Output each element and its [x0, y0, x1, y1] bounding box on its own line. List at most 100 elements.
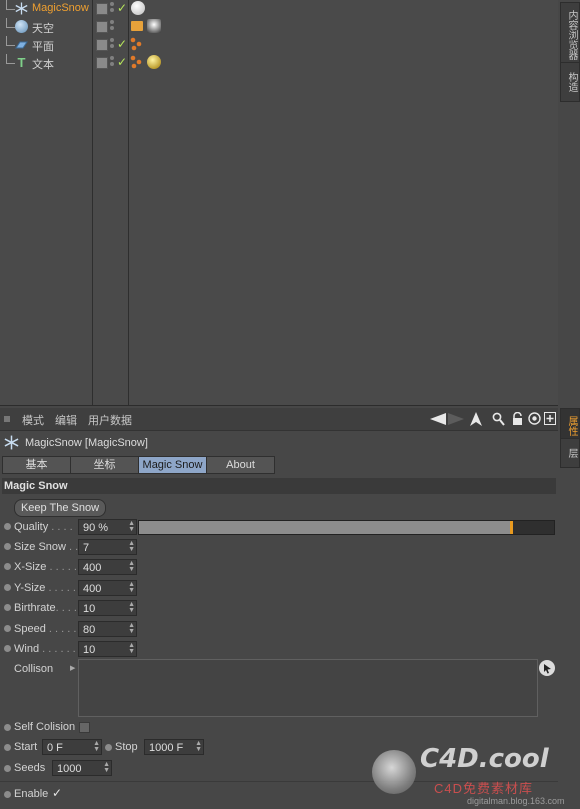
- param-label: Size Snow . .: [14, 541, 79, 553]
- self-collision-label: Self Colision: [14, 721, 76, 733]
- object-name[interactable]: 平面: [32, 38, 54, 54]
- snowflake-icon: [15, 2, 28, 15]
- animate-dot-icon[interactable]: [4, 563, 11, 570]
- sky-sphere-icon: [15, 20, 28, 33]
- object-row-sky[interactable]: 天空: [0, 18, 558, 36]
- tab-basic[interactable]: 基本: [2, 456, 71, 474]
- watermark-subtitle: C4D免费素材库: [434, 781, 534, 796]
- param-row-x-size: X-Size . . . . . 400 ▲ ▼: [0, 558, 558, 576]
- new-window-icon[interactable]: [544, 412, 556, 428]
- hierarchy-line: [6, 0, 15, 10]
- animate-dot-icon[interactable]: [4, 584, 11, 591]
- param-row-size-snow: Size Snow . . 7 ▲ ▼: [0, 538, 558, 556]
- animate-dot-icon[interactable]: [4, 645, 11, 652]
- object-row-plane[interactable]: 平面 ✓: [0, 36, 558, 54]
- object-name[interactable]: MagicSnow: [32, 2, 89, 14]
- compositing-tag-icon[interactable]: [131, 21, 143, 31]
- layer-color-swatch[interactable]: [96, 3, 108, 15]
- enabled-check-icon[interactable]: ✓: [117, 37, 127, 51]
- menu-mode[interactable]: 模式: [22, 412, 44, 428]
- y-size-field[interactable]: 400 ▲ ▼: [78, 580, 137, 596]
- material-tag-icon[interactable]: [147, 55, 161, 69]
- enabled-check-icon[interactable]: ✓: [117, 1, 127, 15]
- watermark-text: C4D.cool: [420, 744, 549, 774]
- speed-field[interactable]: 80 ▲ ▼: [78, 621, 137, 637]
- section-header: Magic Snow: [2, 478, 556, 494]
- layer-color-swatch[interactable]: [96, 21, 108, 33]
- hierarchy-line: [6, 54, 15, 64]
- param-row-wind: Wind . . . . . . 10 ▲ ▼: [0, 640, 558, 658]
- param-label: Quality . . . .: [14, 521, 73, 533]
- object-name[interactable]: 文本: [32, 56, 54, 72]
- visibility-dots[interactable]: [110, 38, 114, 51]
- slider-fill: [139, 521, 513, 534]
- tab-content-browser[interactable]: 内容浏览器: [560, 2, 580, 68]
- enabled-check-icon[interactable]: ✓: [117, 55, 127, 69]
- animate-dot-icon[interactable]: [4, 724, 11, 731]
- tab-magic-snow[interactable]: Magic Snow: [138, 456, 207, 474]
- birthrate-field[interactable]: 10 ▲ ▼: [78, 600, 137, 616]
- tab-about[interactable]: About: [206, 456, 275, 474]
- snowflake-icon: [4, 435, 19, 453]
- plane-icon: [15, 38, 28, 51]
- attribute-menubar: 模式 编辑 用户数据: [0, 408, 558, 431]
- self-collision-checkbox[interactable]: [79, 722, 90, 733]
- animate-dot-icon[interactable]: [4, 523, 11, 530]
- pick-object-icon[interactable]: [539, 660, 555, 676]
- object-title: MagicSnow [MagicSnow]: [25, 437, 148, 449]
- animate-dot-icon[interactable]: [4, 604, 11, 611]
- target-icon[interactable]: [528, 412, 541, 428]
- phong-tag-icon[interactable]: [130, 55, 142, 69]
- slider-handle[interactable]: [509, 521, 513, 534]
- param-row-quality: Quality . . . . 90 % ▲ ▼: [0, 518, 558, 536]
- material-tag-icon[interactable]: [147, 19, 161, 33]
- pointer-up-icon[interactable]: [470, 412, 482, 429]
- search-icon[interactable]: [492, 412, 505, 429]
- animate-dot-icon[interactable]: [4, 744, 11, 751]
- x-size-field[interactable]: 400 ▲ ▼: [78, 559, 137, 575]
- visibility-dots[interactable]: [110, 56, 114, 69]
- quality-slider[interactable]: [138, 520, 555, 535]
- expand-arrow-icon[interactable]: ▶: [70, 664, 75, 672]
- param-label: X-Size . . . . .: [14, 561, 77, 573]
- tab-layers[interactable]: 层: [560, 438, 580, 468]
- lock-icon[interactable]: [512, 411, 523, 429]
- tab-structure[interactable]: 构造: [560, 62, 580, 102]
- tab-coordinates[interactable]: 坐标: [70, 456, 139, 474]
- wind-field[interactable]: 10 ▲ ▼: [78, 641, 137, 657]
- forward-arrow-icon[interactable]: [448, 413, 464, 428]
- animate-dot-icon[interactable]: [4, 791, 11, 798]
- param-row-y-size: Y-Size . . . . . 400 ▲ ▼: [0, 579, 558, 597]
- watermark-logo: C4D.cool C4D免费素材库 digitalman.blog.163.co…: [372, 742, 572, 806]
- animate-dot-icon[interactable]: [4, 625, 11, 632]
- animate-dot-icon[interactable]: [4, 765, 11, 772]
- object-name[interactable]: 天空: [32, 20, 54, 36]
- collision-object-list[interactable]: [78, 659, 538, 717]
- enable-checkbox[interactable]: ✓: [52, 786, 62, 800]
- keep-the-snow-button[interactable]: Keep The Snow: [14, 499, 106, 517]
- enable-label: Enable: [14, 788, 49, 800]
- stop-field[interactable]: 1000 F ▲ ▼: [144, 739, 204, 755]
- animate-dot-icon[interactable]: [105, 744, 112, 751]
- menu-userdata[interactable]: 用户数据: [88, 412, 132, 428]
- size-snow-field[interactable]: 7 ▲ ▼: [78, 539, 137, 555]
- object-row-magicsnow[interactable]: MagicSnow ✓: [0, 0, 558, 18]
- phong-tag-icon[interactable]: [130, 37, 142, 51]
- object-row-text[interactable]: T 文本 ✓: [0, 54, 558, 72]
- param-label: Wind . . . . . .: [14, 643, 76, 655]
- object-manager: MagicSnow ✓ 天空 平面 ✓ T 文本 ✓: [0, 0, 558, 406]
- back-arrow-icon[interactable]: [430, 413, 446, 428]
- visibility-dots[interactable]: [110, 2, 114, 15]
- layer-color-swatch[interactable]: [96, 39, 108, 51]
- seeds-field[interactable]: 1000 ▲ ▼: [52, 760, 112, 776]
- quality-field[interactable]: 90 % ▲ ▼: [78, 519, 137, 535]
- param-label: Birthrate. . . .: [14, 602, 77, 614]
- layer-color-swatch[interactable]: [96, 57, 108, 69]
- collision-label: Collison: [14, 663, 54, 675]
- animate-dot-icon[interactable]: [4, 543, 11, 550]
- start-label: Start: [14, 741, 38, 753]
- start-field[interactable]: 0 F ▲ ▼: [42, 739, 102, 755]
- material-tag-icon[interactable]: [131, 1, 145, 15]
- menu-edit[interactable]: 编辑: [55, 412, 77, 428]
- visibility-dots[interactable]: [110, 20, 114, 33]
